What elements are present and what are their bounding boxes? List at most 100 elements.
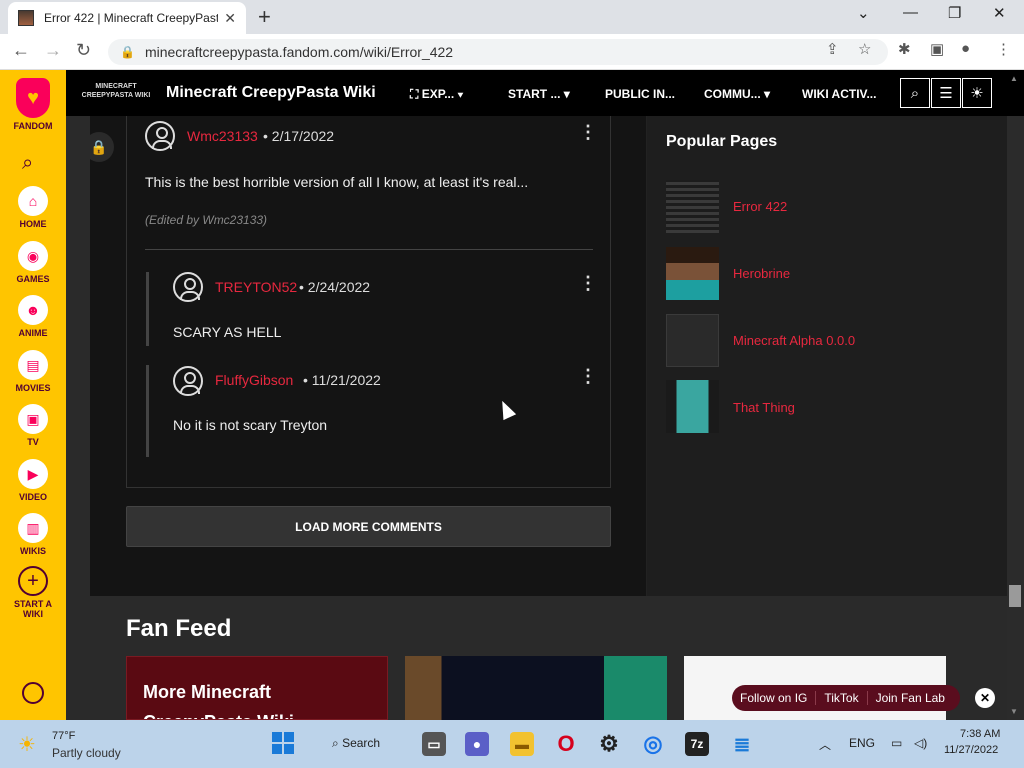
profile-icon[interactable]: ● [961, 40, 970, 57]
fan-feed-card[interactable]: More Minecraft CreepyPasta Wiki [126, 656, 388, 720]
load-more-comments-button[interactable]: LOAD MORE COMMENTS [126, 506, 611, 547]
rail-item-anime[interactable]: ☻ ANIME [0, 295, 66, 338]
theme-toggle-icon[interactable]: ☀ [962, 78, 992, 108]
thumbnail-herobrine[interactable] [666, 247, 719, 300]
reload-icon[interactable]: ↻ [76, 40, 91, 61]
weather-description[interactable]: Partly cloudy [52, 746, 121, 760]
weather-icon[interactable]: ☀ [18, 732, 36, 757]
rail-item-video[interactable]: ▶ VIDEO [0, 459, 66, 502]
popular-link[interactable]: Error 422 [733, 199, 787, 214]
popular-link[interactable]: That Thing [733, 400, 795, 415]
extensions-icon[interactable]: ✱ [898, 40, 911, 58]
reply-username[interactable]: FluffyGibson [215, 372, 293, 388]
thumbnail-minecraft-alpha[interactable] [666, 314, 719, 367]
weather-temperature[interactable]: 77°F [52, 730, 75, 742]
comment-username[interactable]: Wmc23133 [187, 128, 258, 144]
popular-pages-title: Popular Pages [666, 133, 778, 150]
share-icon[interactable]: ⇪ [826, 40, 839, 58]
reply-thread-bar [146, 272, 149, 346]
close-icon[interactable]: ✕ [975, 688, 995, 708]
comment-text: This is the best horrible version of all… [145, 174, 529, 190]
nav-wiki-activity[interactable]: WIKI ACTIV... [802, 87, 876, 101]
forward-icon[interactable]: → [44, 40, 62, 61]
browser-tab-bar: Error 422 | Minecraft CreepyPasta ✕ + ⌄ … [0, 0, 1024, 34]
wiki-logo[interactable]: MINECRAFT CREEPYPASTA WIKI [80, 82, 152, 104]
tab-search-icon[interactable]: ⌄ [857, 4, 870, 22]
rail-item-movies[interactable]: ▤ MOVIES [0, 350, 66, 393]
lock-icon-button[interactable]: 🔒 [84, 132, 114, 162]
minimize-button[interactable]: — [903, 4, 918, 21]
user-avatar-icon[interactable] [173, 366, 203, 396]
reply-username[interactable]: TREYTON52 [215, 279, 297, 295]
settings-gear-icon[interactable]: ⚙ [597, 731, 621, 756]
browser-tab[interactable]: Error 422 | Minecraft CreepyPasta ✕ [8, 2, 246, 34]
nav-community[interactable]: COMMU... ▾ [704, 87, 770, 101]
comment-menu-icon[interactable]: ⋮ [579, 122, 597, 143]
notepad-icon[interactable]: ≣ [730, 732, 754, 756]
teams-icon[interactable]: ● [465, 732, 489, 756]
windows-start-icon[interactable] [272, 732, 294, 754]
close-window-button[interactable]: ✕ [993, 4, 1006, 22]
close-tab-icon[interactable]: ✕ [224, 10, 236, 27]
maximize-button[interactable]: ❐ [948, 4, 961, 22]
rail-item-tv[interactable]: ▣ TV [0, 404, 66, 447]
fandom-logo-icon[interactable]: ♥ [16, 78, 50, 118]
reply-menu-icon[interactable]: ⋮ [579, 366, 597, 387]
nav-public-info[interactable]: PUBLIC IN... [605, 87, 675, 101]
page-scrollbar[interactable] [1009, 585, 1021, 607]
popular-link[interactable]: Herobrine [733, 266, 790, 281]
url-text: minecraftcreepypasta.fandom.com/wiki/Err… [144, 44, 454, 60]
gamepad-icon: ◉ [18, 241, 48, 271]
social-follow-bar: Follow on IG TikTok Join Fan Lab [732, 685, 960, 711]
reply-menu-icon[interactable]: ⋮ [579, 273, 597, 294]
follow-ig-link[interactable]: Follow on IG [732, 691, 817, 705]
book-icon: ▥ [18, 513, 48, 543]
new-tab-button[interactable]: + [258, 4, 271, 30]
thumbnail-error-422[interactable] [666, 180, 719, 233]
menu-kebab-icon[interactable]: ⋮ [996, 40, 1011, 58]
tab-title: Error 422 | Minecraft CreepyPasta [44, 11, 219, 25]
network-icon[interactable]: ▭ [891, 736, 902, 750]
lock-icon[interactable]: 🔒 [120, 45, 135, 59]
fan-feed-card-title: More Minecraft CreepyPasta Wiki [143, 682, 294, 719]
wiki-search-icon[interactable]: ⌕ [900, 78, 930, 108]
back-icon[interactable]: ← [12, 40, 30, 61]
file-explorer-icon[interactable]: ▬ [510, 732, 534, 756]
fandom-rail: ♥ FANDOM ⌕ ⌂ HOME ◉ GAMES ☻ ANIME ▤ MOVI… [0, 70, 66, 720]
scroll-down-icon[interactable]: ▼ [1010, 707, 1018, 716]
chrome-icon[interactable]: ◎ [641, 731, 665, 756]
scroll-up-icon[interactable]: ▲ [1010, 74, 1018, 83]
rail-item-start-wiki[interactable]: + START A WIKI [0, 566, 66, 619]
join-fan-lab-link[interactable]: Join Fan Lab [868, 691, 953, 705]
user-avatar-icon[interactable] [145, 121, 175, 151]
language-indicator[interactable]: ENG [849, 736, 875, 750]
bookmark-star-icon[interactable]: ☆ [858, 40, 871, 58]
opera-icon[interactable]: O [554, 731, 578, 756]
url-field[interactable]: 🔒 minecraftcreepypasta.fandom.com/wiki/E… [108, 39, 888, 65]
user-account-icon[interactable] [22, 682, 44, 704]
nav-start[interactable]: START ... ▾ [508, 87, 570, 101]
task-view-icon[interactable]: ▭ [422, 732, 446, 756]
tiktok-link[interactable]: TikTok [816, 691, 868, 705]
thumbnail-that-thing[interactable] [666, 380, 719, 433]
rail-item-home[interactable]: ⌂ HOME [0, 186, 66, 229]
sidepanel-icon[interactable]: ▣ [930, 40, 944, 58]
popular-link[interactable]: Minecraft Alpha 0.0.0 [733, 333, 855, 348]
address-bar-row: ← → ↻ 🔒 minecraftcreepypasta.fandom.com/… [0, 34, 1024, 70]
wiki-name[interactable]: Minecraft CreepyPasta Wiki [166, 84, 376, 102]
discussions-icon[interactable]: ☰ [931, 78, 961, 108]
fan-feed-card-image[interactable] [405, 656, 667, 720]
volume-icon[interactable]: ◁) [914, 736, 927, 750]
film-icon: ▤ [18, 350, 48, 380]
user-avatar-icon[interactable] [173, 272, 203, 302]
rail-item-games[interactable]: ◉ GAMES [0, 241, 66, 284]
7zip-icon[interactable]: 7z [685, 732, 709, 756]
clock-date[interactable]: 11/27/2022 [944, 744, 998, 756]
taskbar-search-button[interactable]: ⌕ Search [332, 736, 380, 751]
search-icon[interactable]: ⌕ [22, 152, 33, 175]
nav-explore[interactable]: ⛶ EXP... ▾ [410, 87, 463, 102]
clock-time[interactable]: 7:38 AM [960, 728, 1000, 740]
tray-chevron-icon[interactable]: ︿ [819, 736, 831, 753]
comment-date: • 2/17/2022 [263, 128, 335, 144]
rail-item-wikis[interactable]: ▥ WIKIS [0, 513, 66, 556]
